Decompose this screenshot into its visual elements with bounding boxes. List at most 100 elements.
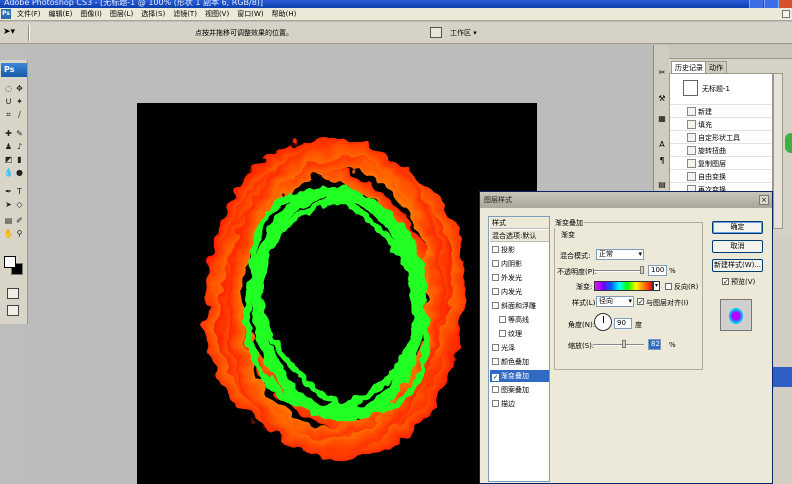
dodge-tool-icon[interactable]: ● — [14, 167, 25, 178]
tool-preset-picker[interactable]: ➤▾ — [3, 27, 25, 39]
opacity-input[interactable]: 100 — [648, 265, 667, 276]
style-checkbox[interactable] — [492, 400, 499, 407]
style-item[interactable]: 外发光 — [490, 272, 549, 284]
angle-input[interactable]: 90 — [614, 318, 632, 329]
history-item[interactable]: 自定形状工具 — [670, 130, 772, 143]
style-checkbox[interactable] — [492, 288, 499, 295]
eraser-tool-icon[interactable]: ◩ — [3, 154, 14, 165]
menu-item[interactable]: 图像(I) — [76, 9, 106, 19]
magic-wand-icon[interactable]: ✦ — [14, 96, 25, 107]
menu-item[interactable]: 帮助(H) — [268, 9, 301, 19]
clone-stamp-icon[interactable]: ♟ — [3, 141, 14, 152]
blur-tool-icon[interactable]: 💧 — [3, 167, 14, 178]
style-item[interactable]: 内发光 — [490, 286, 549, 298]
notes-tool-icon[interactable]: ▤ — [3, 215, 14, 226]
menu-item[interactable]: 选择(S) — [137, 9, 169, 19]
new-style-button[interactable]: 新建样式(W)... — [712, 259, 763, 272]
preview-checkbox[interactable]: ✓ — [722, 278, 729, 286]
scale-input[interactable]: 82 — [648, 339, 661, 350]
lasso-tool-icon[interactable]: ᑌ — [3, 96, 14, 107]
style-checkbox[interactable] — [492, 358, 499, 365]
path-selection-icon[interactable]: ➤ — [3, 199, 14, 210]
document-restore-button[interactable] — [782, 10, 790, 18]
minimize-button[interactable] — [749, 0, 763, 8]
history-item[interactable]: 填充 — [670, 117, 772, 130]
slice-tool-icon[interactable]: ∕ — [14, 109, 25, 120]
pen-tool-icon[interactable]: ✒ — [3, 186, 14, 197]
menu-item[interactable]: 图层(L) — [106, 9, 137, 19]
hand-tool-icon[interactable]: ✋ — [3, 228, 14, 239]
layer-comps-icon[interactable]: ▤ — [656, 179, 668, 191]
blend-options-item[interactable]: 混合选项:默认 — [490, 230, 549, 242]
maximize-button[interactable] — [764, 0, 778, 8]
screen-mode-icon[interactable] — [7, 305, 19, 316]
history-item[interactable]: 旋转扭曲 — [670, 143, 772, 156]
crop-tool-icon[interactable]: ⌗ — [3, 109, 14, 120]
paragraph-icon[interactable]: ¶ — [656, 155, 668, 167]
blend-mode-select[interactable]: 正常 — [596, 249, 644, 260]
style-checkbox[interactable] — [499, 330, 506, 337]
shape-tool-icon[interactable]: ◇ — [14, 199, 25, 210]
style-checkbox[interactable] — [492, 246, 499, 253]
app-menu-icon[interactable]: Ps — [1, 9, 11, 19]
opacity-slider[interactable] — [594, 270, 644, 272]
history-item[interactable]: 自由变换 — [670, 169, 772, 182]
history-scrollbar[interactable] — [773, 73, 783, 229]
bridge-icon[interactable] — [430, 27, 442, 38]
style-item[interactable]: 光泽 — [490, 342, 549, 354]
style-item[interactable]: 描边 — [490, 398, 549, 410]
menu-item[interactable]: 视图(V) — [201, 9, 233, 19]
move-tool-icon[interactable]: ✥ — [14, 83, 25, 94]
ok-button[interactable]: 确定 — [712, 221, 763, 234]
brush-tool-icon[interactable]: ✎ — [14, 128, 25, 139]
reverse-checkbox[interactable] — [665, 283, 672, 290]
opacity-slider-knob[interactable] — [640, 266, 644, 274]
history-item[interactable]: 复制图层 — [670, 156, 772, 169]
gradient-preview-bar[interactable] — [594, 281, 653, 291]
tab-actions[interactable]: 动作 — [705, 61, 727, 73]
brushes-icon[interactable]: ⚒ — [656, 93, 668, 105]
angle-dial[interactable] — [594, 313, 612, 331]
menu-item[interactable]: 编辑(E) — [45, 9, 77, 19]
navigator-icon[interactable]: ✂ — [656, 67, 668, 79]
style-checkbox[interactable] — [492, 344, 499, 351]
style-checkbox[interactable] — [492, 386, 499, 393]
quick-mask-icon[interactable] — [7, 288, 19, 299]
gradient-style-select[interactable]: 径向 — [596, 296, 634, 307]
history-brush-icon[interactable]: ♪ — [14, 141, 25, 152]
dialog-close-icon[interactable]: × — [759, 195, 769, 205]
style-item[interactable]: 投影 — [490, 244, 549, 256]
zoom-tool-icon[interactable]: ⚲ — [14, 228, 25, 239]
gradient-tool-icon[interactable]: ▮ — [14, 154, 25, 165]
document-canvas[interactable] — [137, 103, 537, 484]
healing-brush-icon[interactable]: ✚ — [3, 128, 14, 139]
style-item[interactable]: ✓ 渐变叠加 — [490, 370, 549, 382]
cancel-button[interactable]: 取消 — [712, 240, 763, 253]
scale-slider[interactable] — [594, 344, 644, 346]
style-item[interactable]: 斜面和浮雕 — [490, 300, 549, 312]
menu-item[interactable]: 窗口(W) — [233, 9, 267, 19]
align-with-layer-checkbox[interactable]: ✓ — [637, 298, 644, 306]
history-snapshot[interactable]: 无标题-1 — [670, 78, 772, 100]
close-button[interactable] — [778, 0, 792, 8]
style-item[interactable]: 内阴影 — [490, 258, 549, 270]
marquee-tool-icon[interactable]: ◌ — [3, 83, 14, 94]
style-item[interactable]: 纹理 — [490, 328, 549, 340]
type-tool-icon[interactable]: T — [14, 186, 25, 197]
menu-item[interactable]: 滤镜(T) — [169, 9, 201, 19]
style-item[interactable]: 等高线 — [490, 314, 549, 326]
eyedropper-icon[interactable]: ✐ — [14, 215, 25, 226]
style-checkbox[interactable] — [499, 316, 506, 323]
style-checkbox[interactable] — [492, 260, 499, 267]
style-checkbox[interactable] — [492, 274, 499, 281]
foreground-color-swatch[interactable] — [4, 256, 16, 268]
style-list-header[interactable]: 样式 — [490, 217, 549, 229]
style-checkbox[interactable]: ✓ — [492, 374, 499, 381]
character-icon[interactable]: A — [656, 139, 668, 151]
style-item[interactable]: 颜色叠加 — [490, 356, 549, 368]
gradient-dropdown-icon[interactable]: ▾ — [653, 281, 660, 291]
workspace-menu[interactable]: 工作区 ▾ — [450, 28, 477, 38]
info-icon[interactable]: ▦ — [656, 113, 668, 125]
style-item[interactable]: 图案叠加 — [490, 384, 549, 396]
scale-slider-knob[interactable] — [622, 340, 626, 348]
